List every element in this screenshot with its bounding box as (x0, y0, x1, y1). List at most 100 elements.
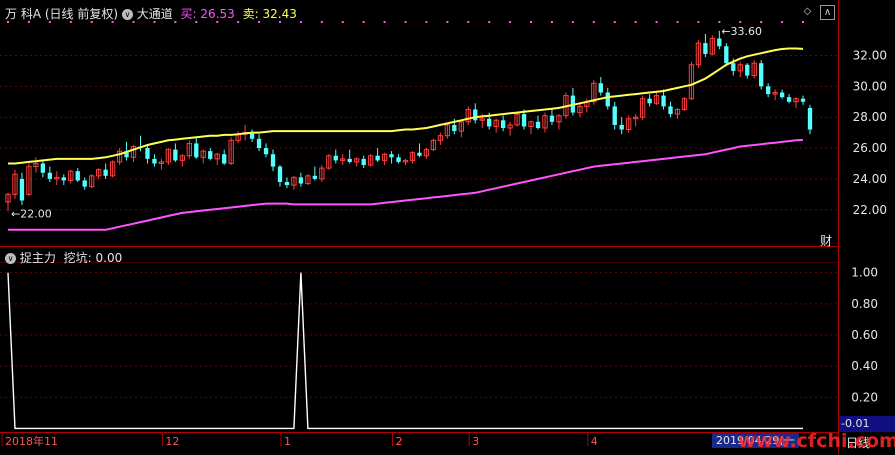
signal-dot (383, 21, 386, 23)
candle-body (417, 152, 422, 156)
candle-body (759, 63, 764, 87)
high-annotation: ←33.60 (721, 25, 762, 38)
digging-signal-line (7, 272, 803, 430)
buy-label: 买: (180, 7, 197, 21)
indicator-name[interactable]: 大通道 (137, 7, 173, 21)
candle-body (717, 38, 722, 47)
signal-dot (697, 21, 700, 23)
signal-dot (425, 21, 428, 23)
stock-name: 万 科A (5, 7, 42, 21)
indicator-tick-label: 0.80 (851, 297, 878, 311)
indicator-tick-label: 1.00 (851, 266, 878, 280)
candle-body (270, 154, 276, 167)
signal-dot (760, 21, 763, 23)
price-tick-label: 22.00 (853, 203, 887, 217)
signal-dot (718, 21, 721, 23)
signal-dot (467, 21, 470, 23)
candle-body (452, 124, 457, 132)
buy-value: 26.53 (200, 7, 235, 21)
candle-body (19, 178, 25, 201)
signal-dot (739, 21, 742, 23)
candle-body (152, 158, 157, 164)
candle-body (263, 148, 269, 155)
candle-body (745, 64, 750, 76)
candle-body (786, 97, 792, 102)
signal-dot (613, 21, 616, 23)
candle-body (284, 182, 290, 186)
candle-body (703, 43, 708, 54)
price-tick-label: 28.00 (853, 110, 887, 124)
candle-body (612, 106, 617, 125)
candle-body (535, 121, 541, 128)
candle-body (173, 149, 178, 161)
signal-dot (781, 21, 784, 23)
indicator-tick-label: 0.20 (851, 390, 878, 404)
signal-dot (509, 21, 512, 23)
candle-body (549, 115, 555, 122)
candle-body (194, 143, 199, 158)
candle-body (103, 169, 108, 176)
candle-body (82, 180, 87, 187)
signal-dot (634, 21, 637, 23)
signal-dot (676, 21, 679, 23)
chart-canvas: 22.00 24.00 26.00 28.00 30.00 32.00 ←33.60 ←22.… (0, 21, 887, 448)
candle-body (47, 172, 53, 179)
lower-label: 挖坑: (63, 251, 92, 265)
indicator-toggle-icon[interactable]: ∨ (121, 9, 133, 20)
candle-body (765, 86, 771, 95)
lower-indicator-name[interactable]: 捉主力 (20, 251, 56, 265)
candle-body (277, 166, 283, 182)
expand-icon[interactable]: ◇ (801, 5, 814, 18)
candle-body (396, 157, 401, 162)
finance-tag[interactable]: 财 (820, 232, 832, 249)
signal-dot (530, 21, 533, 23)
candle-body (800, 98, 806, 102)
price-tick-label: 30.00 (853, 79, 887, 93)
low-annotation: ←22.00 (11, 207, 52, 220)
candle-body (375, 155, 380, 161)
candle-body (661, 95, 666, 107)
candle-body (668, 106, 673, 115)
candle-body (605, 92, 610, 107)
upper-band-line (8, 47, 804, 165)
candle-body (312, 175, 318, 179)
candle-body (779, 92, 785, 98)
candle-body (333, 155, 338, 161)
lower-indicator-toggle-icon[interactable]: ∨ (5, 253, 16, 264)
main-header: 万 科A (日线 前复权) ∨ 大通道 买: 26.53 卖: 32.43 (5, 5, 297, 22)
signal-dot (404, 21, 407, 23)
lower-value: 0.00 (95, 251, 123, 265)
signal-dot (320, 21, 323, 23)
candle-body (145, 148, 150, 159)
candle-body (361, 158, 366, 166)
signal-dot (299, 21, 302, 23)
indicator-tick-label: 0.60 (851, 328, 878, 342)
signal-dot (362, 21, 365, 23)
candle-body (40, 163, 46, 173)
candle-body (487, 118, 492, 127)
candle-body (298, 177, 304, 184)
signal-dot (655, 21, 658, 23)
sell-value: 32.43 (262, 7, 297, 21)
sell-label: 卖: (242, 7, 259, 21)
candle-body (724, 46, 729, 64)
candle-body (473, 109, 478, 121)
signal-dot (592, 21, 595, 23)
indicator-tick-label: 0.40 (851, 359, 878, 373)
signal-dot (488, 21, 491, 23)
candle-body (256, 138, 262, 149)
signal-dot (550, 21, 553, 23)
candle-body (521, 114, 527, 127)
price-tick-label: 32.00 (853, 48, 887, 62)
candle-body (61, 177, 66, 181)
watermark: www.cfchi.com (738, 430, 895, 452)
price-tick-label: 24.00 (853, 172, 887, 186)
scroll-up-icon[interactable]: ∧ (820, 5, 835, 20)
signal-dot (341, 21, 344, 23)
lower-header: ∨ 捉主力 挖坑: 0.00 (5, 249, 122, 266)
price-tick-label: 26.00 (853, 141, 887, 155)
candle-body (598, 83, 603, 93)
candle-body (75, 171, 80, 181)
candle-body (647, 98, 652, 104)
candle-body (389, 154, 394, 158)
